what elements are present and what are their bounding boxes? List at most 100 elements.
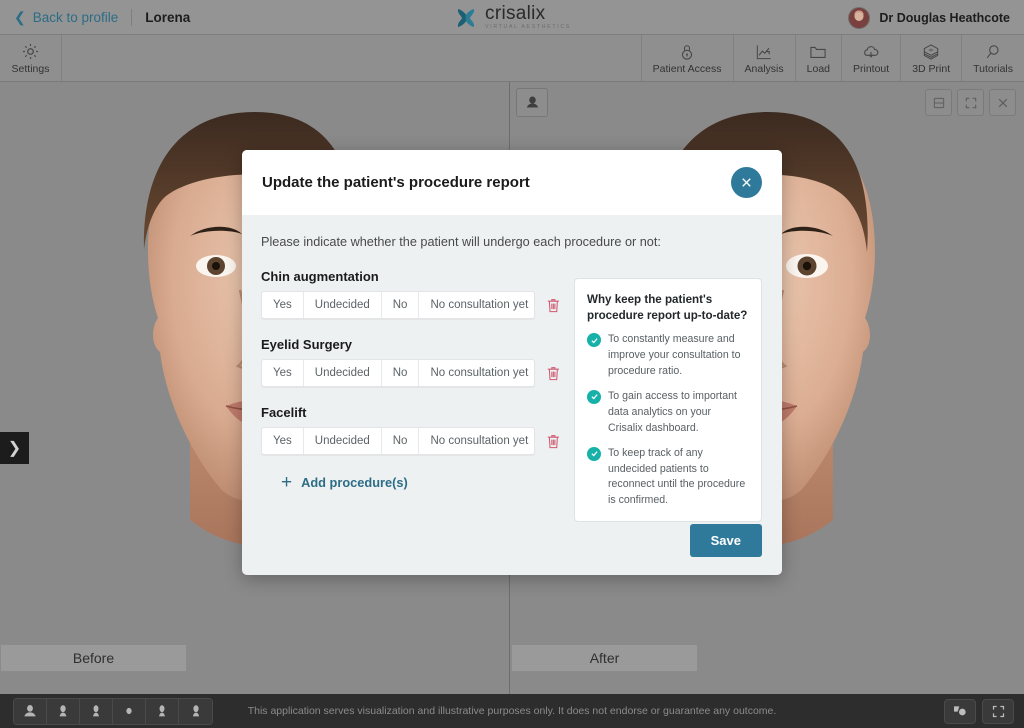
procedure-report-modal: Update the patient's procedure report Pl…	[242, 150, 782, 575]
back-to-profile-label: Back to profile	[32, 9, 119, 25]
application-window: ❮ Back to profile Lorena crisalix VIRTUA…	[0, 0, 1024, 728]
crisalix-logo-icon	[457, 8, 475, 27]
toolbar-item-3d-print[interactable]: 3D Print	[901, 35, 963, 81]
back-to-profile-button[interactable]: ❮ Back to profile	[0, 10, 118, 25]
toolbar-item-patient-access-label: Patient Access	[652, 62, 722, 75]
lock-icon	[681, 44, 693, 60]
option-undecided[interactable]: Undecided	[304, 428, 382, 454]
option-yes[interactable]: Yes	[262, 292, 304, 318]
check-circle-icon	[587, 389, 601, 404]
option-no[interactable]: No	[382, 360, 420, 386]
info-list-item: To constantly measure and improve your c…	[587, 332, 748, 380]
save-view-button[interactable]	[925, 89, 952, 116]
option-no-consultation-yet[interactable]: No consultation yet	[419, 360, 534, 386]
logo-tagline: VIRTUAL AESTHETICS	[485, 24, 571, 31]
bottom-right-controls	[944, 698, 1014, 724]
info-card: Why keep the patient's procedure report …	[574, 278, 762, 523]
magnifier-icon	[986, 44, 999, 58]
check-circle-icon	[587, 446, 601, 461]
modal-title: Update the patient's procedure report	[262, 174, 530, 191]
decision-segmented-control: Yes Undecided No No consultation yet	[261, 359, 536, 387]
save-button[interactable]: Save	[689, 524, 762, 557]
modal-subtitle: Please indicate whether the patient will…	[261, 235, 661, 249]
cube-layers-icon	[923, 43, 939, 60]
procedure-list: Chin augmentation Yes Undecided No No co…	[261, 269, 561, 455]
before-label: Before	[0, 644, 187, 672]
modal-close-button[interactable]	[731, 167, 762, 198]
bottom-toolbar: This application serves visualization an…	[0, 694, 1024, 728]
toolbar-item-settings[interactable]: Settings	[0, 35, 62, 81]
fullscreen-button[interactable]	[982, 698, 1014, 724]
user-name-label: Dr Douglas Heathcote	[879, 10, 1010, 25]
procedure-row: Yes Undecided No No consultation yet	[261, 291, 561, 319]
plus-icon: +	[281, 472, 293, 493]
info-list-item-text: To constantly measure and improve your c…	[608, 333, 741, 378]
top-header: ❮ Back to profile Lorena crisalix VIRTUA…	[0, 0, 1024, 35]
camera-view-button[interactable]	[516, 88, 548, 117]
trash-icon[interactable]	[546, 365, 561, 382]
procedure-name: Chin augmentation	[261, 269, 379, 284]
info-list-item-text: To keep track of any undecided patients …	[608, 446, 746, 507]
toolbar-item-tutorials-label: Tutorials	[973, 62, 1013, 75]
option-no[interactable]: No	[382, 292, 420, 318]
portrait-camera-icon	[526, 96, 538, 108]
after-label: After	[511, 644, 698, 672]
add-procedures-label: Add procedure(s)	[301, 475, 408, 490]
expand-icon	[965, 97, 976, 108]
info-list-item: To gain access to important data analyti…	[587, 389, 748, 437]
toolbar-item-settings-label: Settings	[11, 63, 50, 75]
logo-wordmark: crisalix	[485, 3, 546, 25]
toolbar-item-patient-access[interactable]: Patient Access	[642, 35, 734, 81]
cloud-download-icon	[864, 45, 879, 58]
toolbar-item-analysis-label: Analysis	[744, 62, 784, 75]
chevron-left-icon: ❮	[14, 9, 26, 25]
option-no-consultation-yet[interactable]: No consultation yet	[419, 428, 534, 454]
option-yes[interactable]: Yes	[262, 428, 304, 454]
compare-shapes-icon	[954, 706, 966, 716]
gear-icon	[22, 43, 39, 60]
option-undecided[interactable]: Undecided	[304, 292, 382, 318]
toolbar-item-3d-print-label: 3D Print	[912, 62, 951, 75]
expand-view-button[interactable]	[957, 89, 984, 116]
toolbar-item-load[interactable]: Load	[796, 35, 842, 81]
main-toolbar: Settings Patient Access Analysis Load Pr…	[0, 35, 1024, 82]
toolbar-item-tutorials[interactable]: Tutorials	[962, 35, 1024, 81]
option-undecided[interactable]: Undecided	[304, 360, 382, 386]
toolbar-item-printout[interactable]: Printout	[842, 35, 902, 81]
procedure-row: Yes Undecided No No consultation yet	[261, 427, 561, 455]
procedure-name: Eyelid Surgery	[261, 337, 353, 352]
info-list-item: To keep track of any undecided patients …	[587, 446, 748, 510]
option-yes[interactable]: Yes	[262, 360, 304, 386]
modal-header: Update the patient's procedure report	[242, 150, 782, 215]
toolbar-right-group: Patient Access Analysis Load Printout 3D…	[640, 35, 1024, 81]
close-icon	[998, 98, 1007, 107]
header-divider	[131, 8, 133, 26]
procedure-block: Facelift Yes Undecided No No consultatio…	[261, 405, 561, 455]
folder-icon	[810, 46, 826, 58]
toolbar-item-printout-label: Printout	[853, 62, 890, 75]
close-icon	[742, 178, 751, 187]
close-view-button[interactable]	[989, 89, 1016, 116]
info-list-item-text: To gain access to important data analyti…	[608, 389, 737, 434]
procedure-name: Facelift	[261, 405, 307, 420]
compare-shapes-button[interactable]	[944, 698, 976, 724]
left-panel-toggle[interactable]: ❯	[0, 432, 29, 464]
decision-segmented-control: Yes Undecided No No consultation yet	[261, 291, 536, 319]
save-disk-icon	[933, 97, 944, 108]
user-menu[interactable]: Dr Douglas Heathcote	[848, 0, 1010, 35]
option-no-consultation-yet[interactable]: No consultation yet	[419, 292, 534, 318]
option-no[interactable]: No	[382, 428, 420, 454]
decision-segmented-control: Yes Undecided No No consultation yet	[261, 427, 536, 455]
trash-icon[interactable]	[546, 433, 561, 450]
chart-trend-icon	[756, 44, 771, 59]
modal-body: Please indicate whether the patient will…	[242, 215, 782, 523]
fullscreen-icon	[992, 705, 1004, 717]
avatar	[848, 6, 871, 29]
toolbar-item-analysis[interactable]: Analysis	[734, 35, 796, 81]
procedure-block: Chin augmentation Yes Undecided No No co…	[261, 269, 561, 319]
check-circle-icon	[587, 333, 601, 348]
trash-icon[interactable]	[546, 297, 561, 314]
info-card-title: Why keep the patient's procedure report …	[587, 293, 748, 322]
disclaimer-text: This application serves visualization an…	[247, 705, 777, 717]
viewer-controls	[925, 89, 1016, 116]
